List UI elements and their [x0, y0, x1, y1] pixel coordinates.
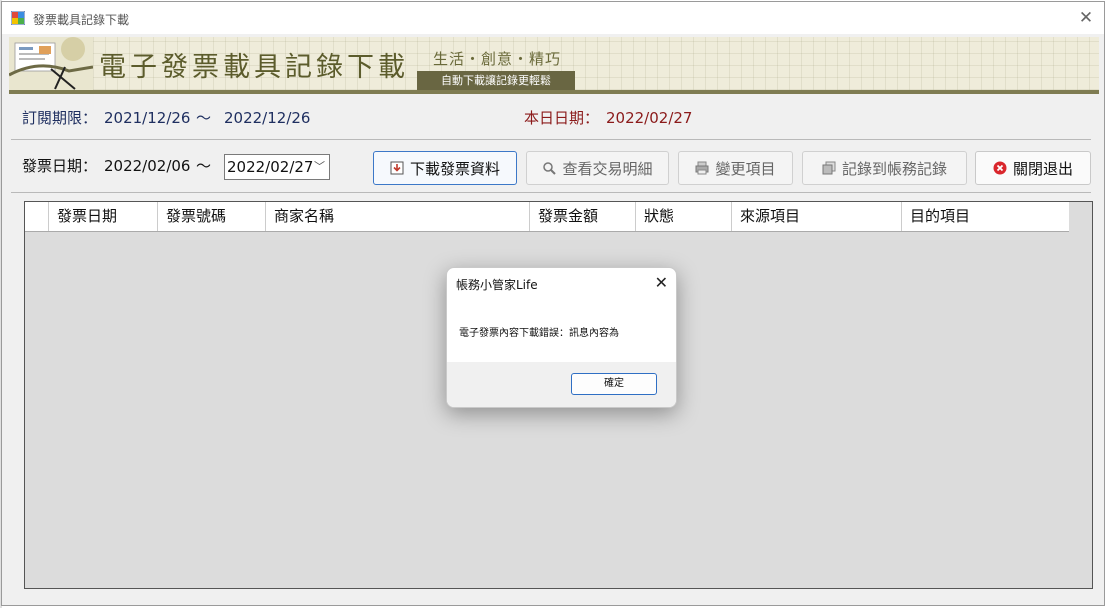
invoice-end-date-value: 2022/02/27 [227, 158, 314, 176]
window-close-button[interactable]: ✕ [1076, 8, 1096, 28]
separator-bottom [11, 192, 1091, 193]
window-title: 發票載具記錄下載 [33, 13, 130, 27]
record-to-account-button[interactable]: 記錄到帳務記錄 [802, 151, 967, 185]
chevron-down-icon[interactable]: ﹀ [314, 155, 325, 179]
view-details-label: 查看交易明細 [562, 159, 653, 178]
dialog-title: 帳務小管家Life [456, 278, 538, 292]
invoice-date-tilde: 〜 [196, 157, 212, 175]
separator-top [11, 139, 1091, 140]
record-to-account-label: 記錄到帳務記錄 [841, 159, 947, 178]
dialog-close-button[interactable]: ✕ [655, 273, 668, 292]
subscription-label: 訂閱期限： [22, 109, 98, 127]
ok-button[interactable]: 確定 [571, 373, 657, 395]
dialog-message: 電子發票內容下載錯誤：訊息內容為 [459, 328, 619, 339]
today-value: 2022/02/27 [606, 109, 693, 127]
column-header[interactable]: 發票日期 [48, 202, 157, 231]
close-circle-icon [993, 161, 1007, 175]
table-header: 發票日期 發票號碼 商家名稱 發票金額 狀態 來源項目 目的項目 [25, 202, 1069, 232]
close-exit-label: 關閉退出 [1012, 159, 1073, 178]
download-invoice-label: 下載發票資料 [409, 159, 500, 178]
column-header[interactable]: 發票金額 [529, 202, 635, 231]
change-item-button[interactable]: 變更項目 [678, 151, 793, 185]
title-bar: 發票載具記錄下載 ✕ [2, 2, 1104, 34]
download-icon [390, 161, 404, 175]
download-invoice-button[interactable]: 下載發票資料 [373, 151, 517, 185]
banner-title: 電子發票載具記錄下載 [99, 52, 409, 83]
column-header[interactable]: 來源項目 [731, 202, 901, 231]
printer-icon [695, 161, 709, 175]
column-header[interactable]: 發票號碼 [157, 202, 265, 231]
invoice-date-start: 2022/02/06 [104, 157, 191, 175]
dialog-footer: 確定 [447, 362, 676, 407]
view-details-button[interactable]: 查看交易明細 [526, 151, 669, 185]
banner-illustration [9, 37, 93, 90]
today-label: 本日日期： [524, 109, 600, 127]
column-header[interactable]: 目的項目 [901, 202, 1069, 231]
message-dialog: 帳務小管家Life ✕ 電子發票內容下載錯誤：訊息內容為 確定 [446, 267, 677, 408]
subscription-end: 2022/12/26 [224, 109, 311, 127]
change-item-label: 變更項目 [715, 159, 776, 178]
close-exit-button[interactable]: 關閉退出 [975, 151, 1091, 185]
magnifier-icon [543, 162, 557, 175]
invoice-date-label: 發票日期： [22, 157, 98, 175]
app-icon [11, 11, 25, 25]
copy-records-icon [822, 161, 836, 175]
banner-tagline: 自動下載讓記錄更輕鬆 [417, 71, 575, 90]
header-banner: 電子發票載具記錄下載 生活・創意・精巧 自動下載讓記錄更輕鬆 [9, 37, 1099, 94]
column-header[interactable]: 狀態 [635, 202, 731, 231]
row-header-corner [25, 202, 48, 231]
invoice-end-date-picker[interactable]: 2022/02/27 ﹀ [224, 154, 330, 180]
banner-slogan: 生活・創意・精巧 [433, 50, 562, 68]
subscription-start: 2021/12/26 [104, 109, 191, 127]
column-header[interactable]: 商家名稱 [265, 202, 529, 231]
subscription-tilde: 〜 [196, 109, 212, 127]
